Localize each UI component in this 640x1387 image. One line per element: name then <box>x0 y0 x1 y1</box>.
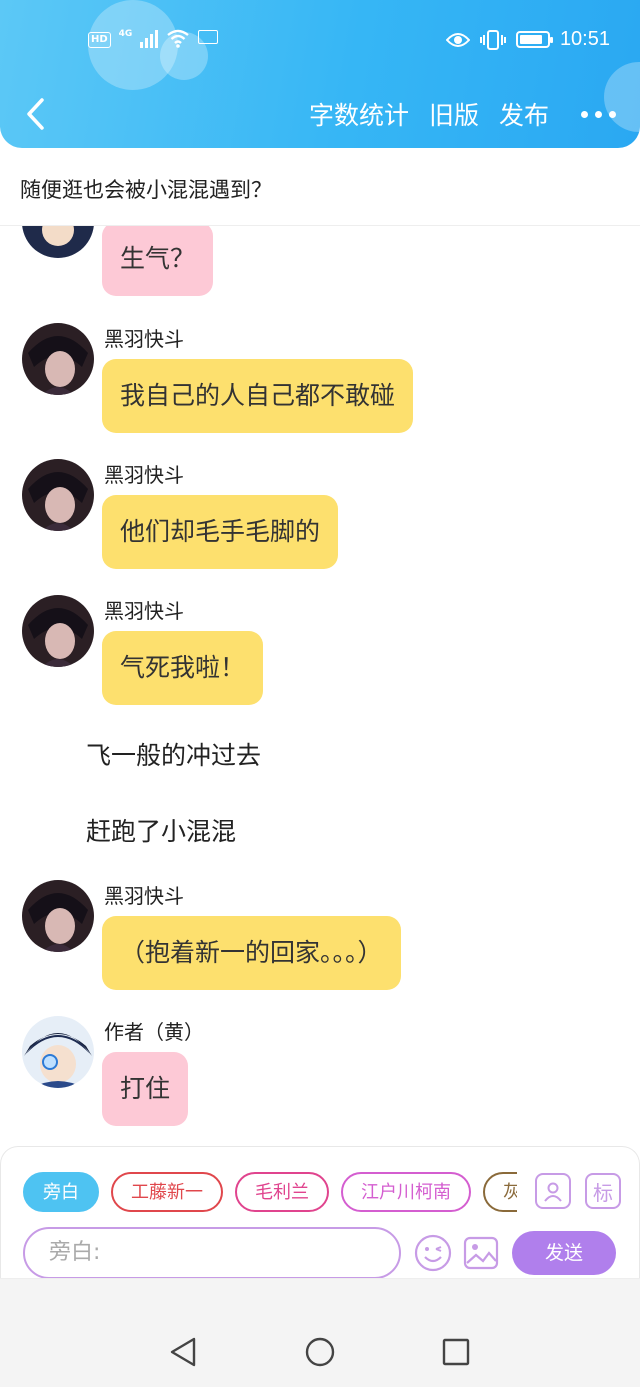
add-character-icon[interactable] <box>535 1173 571 1209</box>
speaker-name: 作者（黄） <box>104 1020 204 1044</box>
message-bubble[interactable]: （抱着新一的回家。。。） <box>102 916 401 990</box>
role-chip[interactable]: 旁白 <box>23 1172 99 1212</box>
nav-home-icon[interactable] <box>304 1336 336 1368</box>
eye-icon <box>445 32 470 47</box>
narration-text[interactable]: 赶跑了小混混 <box>86 812 236 848</box>
kaito-avatar[interactable] <box>22 880 94 952</box>
wifi-icon <box>167 29 190 48</box>
kaito-avatar[interactable] <box>22 323 94 395</box>
kaito-avatar[interactable] <box>22 459 94 531</box>
battery-icon <box>515 31 553 48</box>
signal-icon <box>140 28 159 48</box>
message-bubble[interactable]: 打住 <box>102 1052 189 1126</box>
send-button[interactable]: 发送 <box>512 1231 616 1275</box>
role-chip[interactable]: 工藤新一 <box>111 1172 223 1212</box>
chat-area[interactable]: 生气？ 黑羽快斗 我自己的人自己都不敢碰 黑羽快斗 他们却毛手毛脚的 黑羽快斗 … <box>0 226 640 1146</box>
input-placeholder: 旁白: <box>49 1240 101 1265</box>
nfc-icon <box>198 30 219 44</box>
role-chip[interactable]: 毛利兰 <box>235 1172 329 1212</box>
message-bubble[interactable]: 气死我啦！ <box>102 631 264 705</box>
speaker-name: 黑羽快斗 <box>104 327 184 351</box>
header-toolbar: 字数统计 旧版 发布 <box>309 96 616 132</box>
emoji-icon[interactable] <box>413 1233 453 1273</box>
role-chip[interactable]: 江户川柯南 <box>341 1172 471 1212</box>
author-avatar[interactable] <box>22 226 94 258</box>
nav-back-icon[interactable] <box>168 1336 198 1368</box>
old-version-button[interactable]: 旧版 <box>429 96 479 132</box>
clock: 10:51 <box>559 28 610 50</box>
status-right: 10:51 <box>445 28 610 51</box>
app-screen: HD 4G 10:51 字数统计 旧版 发布 随便逛也会被小混混遇到？ 生气？ … <box>0 0 640 1387</box>
speaker-name: 黑羽快斗 <box>104 463 184 487</box>
image-icon[interactable] <box>461 1233 501 1273</box>
hd-icon: HD <box>88 32 111 48</box>
speaker-name: 黑羽快斗 <box>104 884 184 908</box>
status-left: HD 4G <box>88 28 219 48</box>
mark-label: 标 <box>593 1180 613 1205</box>
story-title: 随便逛也会被小混混遇到？ <box>20 178 272 202</box>
network-type-label: 4G <box>118 29 133 39</box>
input-panel: 旁白 工藤新一 毛利兰 江户川柯南灰 标 旁白: 发送 <box>0 1146 640 1279</box>
system-nav-bar <box>0 1278 640 1387</box>
role-chip[interactable]: 灰 <box>483 1172 517 1212</box>
nav-recents-icon[interactable] <box>441 1337 471 1367</box>
message-input[interactable]: 旁白: <box>23 1227 401 1279</box>
vibrate-icon <box>479 29 506 50</box>
role-chip-row[interactable]: 旁白 工藤新一 毛利兰 江户川柯南灰 <box>23 1172 517 1214</box>
mark-button[interactable]: 标 <box>585 1173 621 1209</box>
story-title-bar[interactable]: 随便逛也会被小混混遇到？ <box>0 150 640 226</box>
message-bubble[interactable]: 我自己的人自己都不敢碰 <box>102 359 414 433</box>
publish-button[interactable]: 发布 <box>499 96 549 132</box>
back-arrow-icon[interactable] <box>22 97 52 131</box>
message-bubble[interactable]: 他们却毛手毛脚的 <box>102 495 339 569</box>
author-avatar[interactable] <box>22 1016 94 1088</box>
speaker-name: 黑羽快斗 <box>104 599 184 623</box>
word-count-button[interactable]: 字数统计 <box>309 96 409 132</box>
narration-text[interactable]: 飞一般的冲过去 <box>86 736 261 772</box>
kaito-avatar[interactable] <box>22 595 94 667</box>
status-bar: HD 4G 10:51 <box>0 0 640 80</box>
header: HD 4G 10:51 字数统计 旧版 发布 <box>0 0 640 148</box>
message-bubble[interactable]: 生气？ <box>102 226 214 296</box>
more-options-icon[interactable] <box>581 110 616 118</box>
